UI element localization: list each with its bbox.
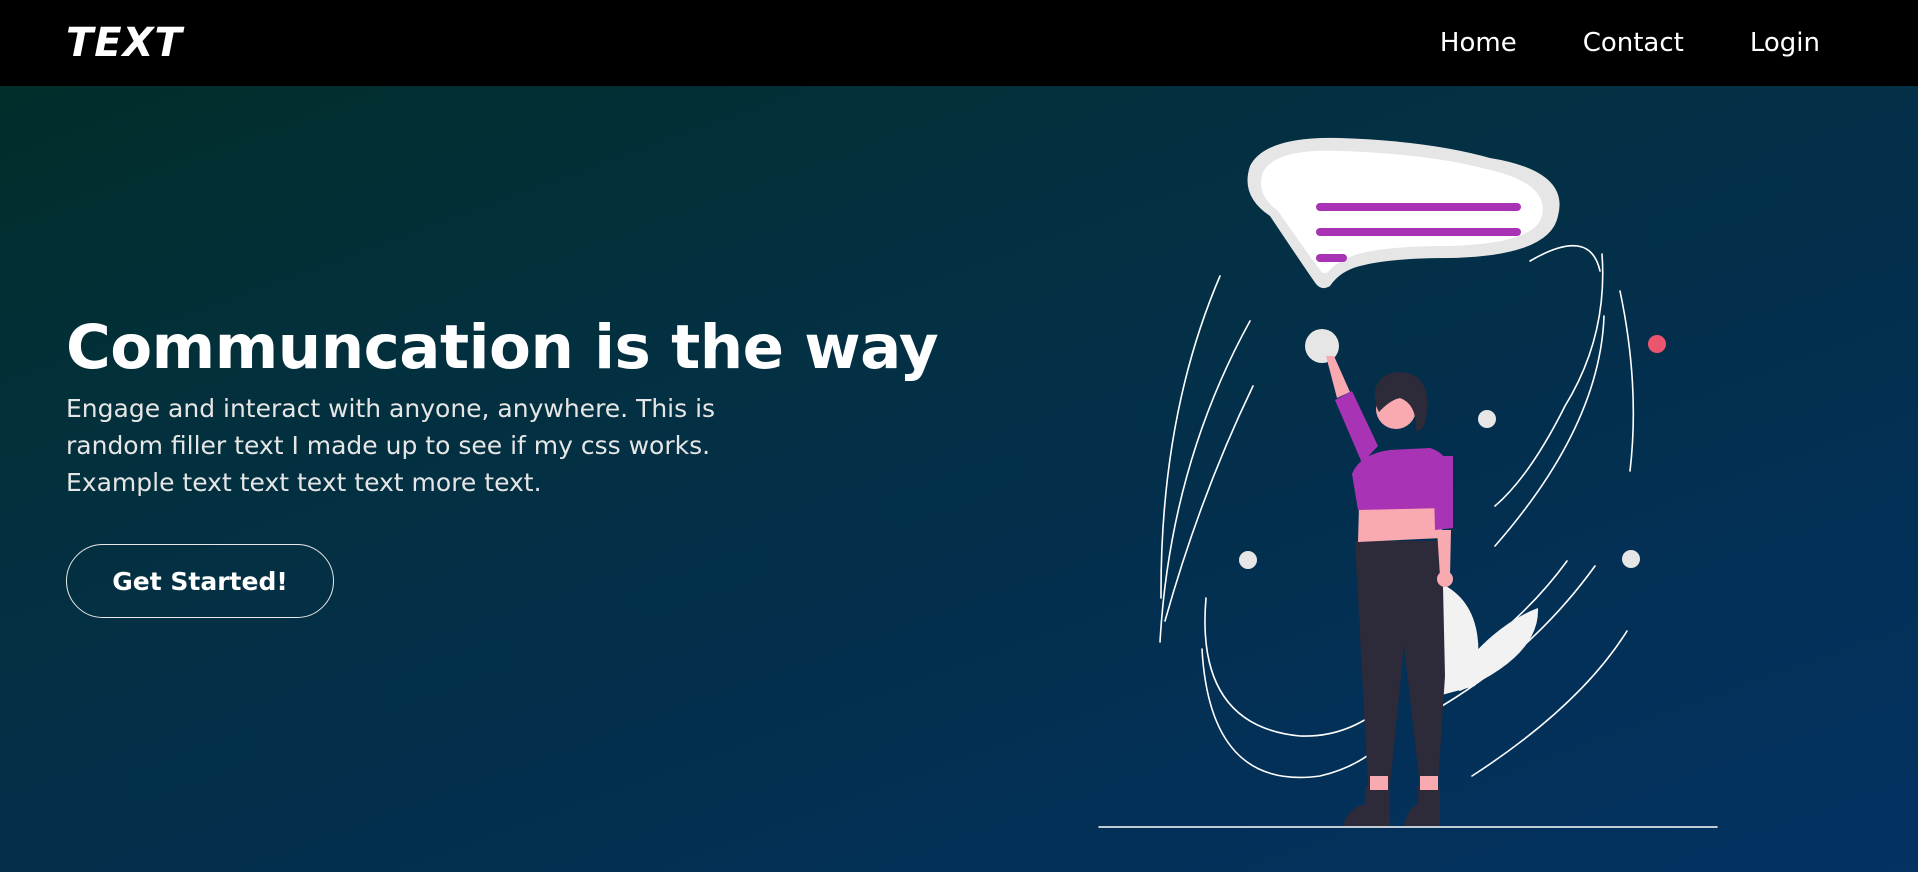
person-with-speech-bubble-illustration — [1098, 137, 1718, 828]
nav-link-login[interactable]: Login — [1750, 28, 1820, 58]
nav-link-home[interactable]: Home — [1440, 28, 1517, 58]
pink-dot — [1648, 335, 1666, 353]
hero-title: Communcation is the way — [66, 312, 939, 383]
get-started-button[interactable]: Get Started! — [66, 544, 334, 618]
speech-bubble — [1247, 137, 1560, 289]
nav-link-contact[interactable]: Contact — [1583, 28, 1684, 58]
hero-description: Engage and interact with anyone, anywher… — [66, 394, 716, 497]
logo[interactable]: TEXT — [66, 20, 183, 66]
hero-section: Communcation is the way Engage and inter… — [0, 86, 1918, 872]
nav-links: Home Contact Login — [1440, 28, 1820, 58]
navbar: TEXT Home Contact Login — [0, 0, 1918, 86]
person-figure — [1326, 356, 1539, 826]
